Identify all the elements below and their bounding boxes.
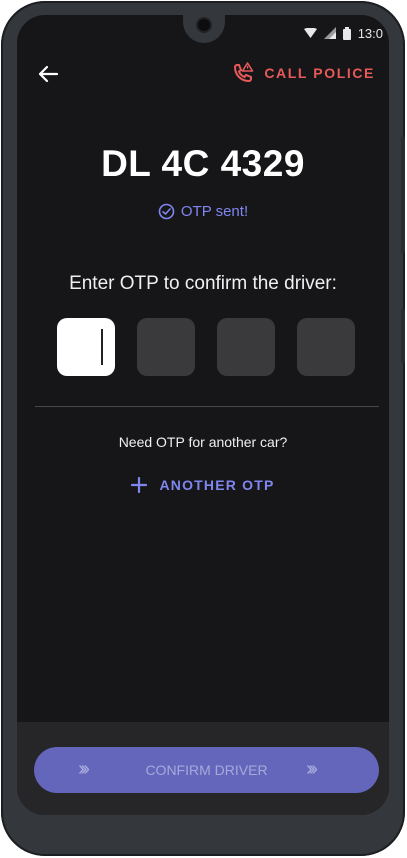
phone-frame: 13:0 CALL POLICE DL 4C 4329 OTP sent! En…: [1, 1, 405, 856]
bottom-bar: ››› CONFIRM DRIVER ›››: [17, 722, 389, 815]
phone-alert-icon: [234, 62, 254, 83]
wifi-icon: [303, 27, 317, 38]
power-button: [401, 309, 405, 363]
another-car-question: Need OTP for another car?: [118, 434, 288, 450]
camera-notch: [183, 15, 225, 43]
otp-sent-text: OTP sent!: [180, 203, 249, 220]
otp-sent-status: OTP sent!: [17, 203, 389, 220]
check-circle-icon: [158, 203, 175, 220]
signal-icon: [323, 27, 336, 39]
chevrons-right-icon: ›››: [306, 758, 318, 780]
otp-digit-3[interactable]: [217, 318, 275, 376]
plus-icon: [131, 477, 148, 493]
battery-icon: [342, 26, 351, 40]
vehicle-plate: DL 4C 4329: [101, 143, 305, 184]
otp-digit-1[interactable]: [57, 318, 115, 376]
another-otp-label: ANOTHER OTP: [159, 477, 275, 493]
camera-icon: [198, 19, 210, 31]
otp-prompt: Enter OTP to confirm the driver:: [69, 273, 337, 294]
call-police-label: CALL POLICE: [264, 65, 375, 81]
otp-digit-4[interactable]: [297, 318, 355, 376]
status-bar: 13:0: [303, 25, 383, 41]
otp-digit-2[interactable]: [137, 318, 195, 376]
status-time: 13:0: [357, 25, 383, 41]
volume-button: [401, 137, 405, 253]
text-caret: [101, 329, 103, 365]
arrow-left-icon[interactable]: [37, 65, 59, 83]
another-otp-button[interactable]: ANOTHER OTP: [17, 477, 389, 493]
confirm-driver-label: CONFIRM DRIVER: [145, 762, 268, 778]
screen: 13:0 CALL POLICE DL 4C 4329 OTP sent! En…: [17, 15, 389, 815]
chevrons-right-icon: ›››: [78, 758, 90, 780]
otp-input-group: [57, 318, 355, 376]
call-police-button[interactable]: CALL POLICE: [232, 62, 375, 84]
divider: [35, 406, 379, 407]
confirm-driver-button[interactable]: ››› CONFIRM DRIVER ›››: [34, 747, 379, 793]
